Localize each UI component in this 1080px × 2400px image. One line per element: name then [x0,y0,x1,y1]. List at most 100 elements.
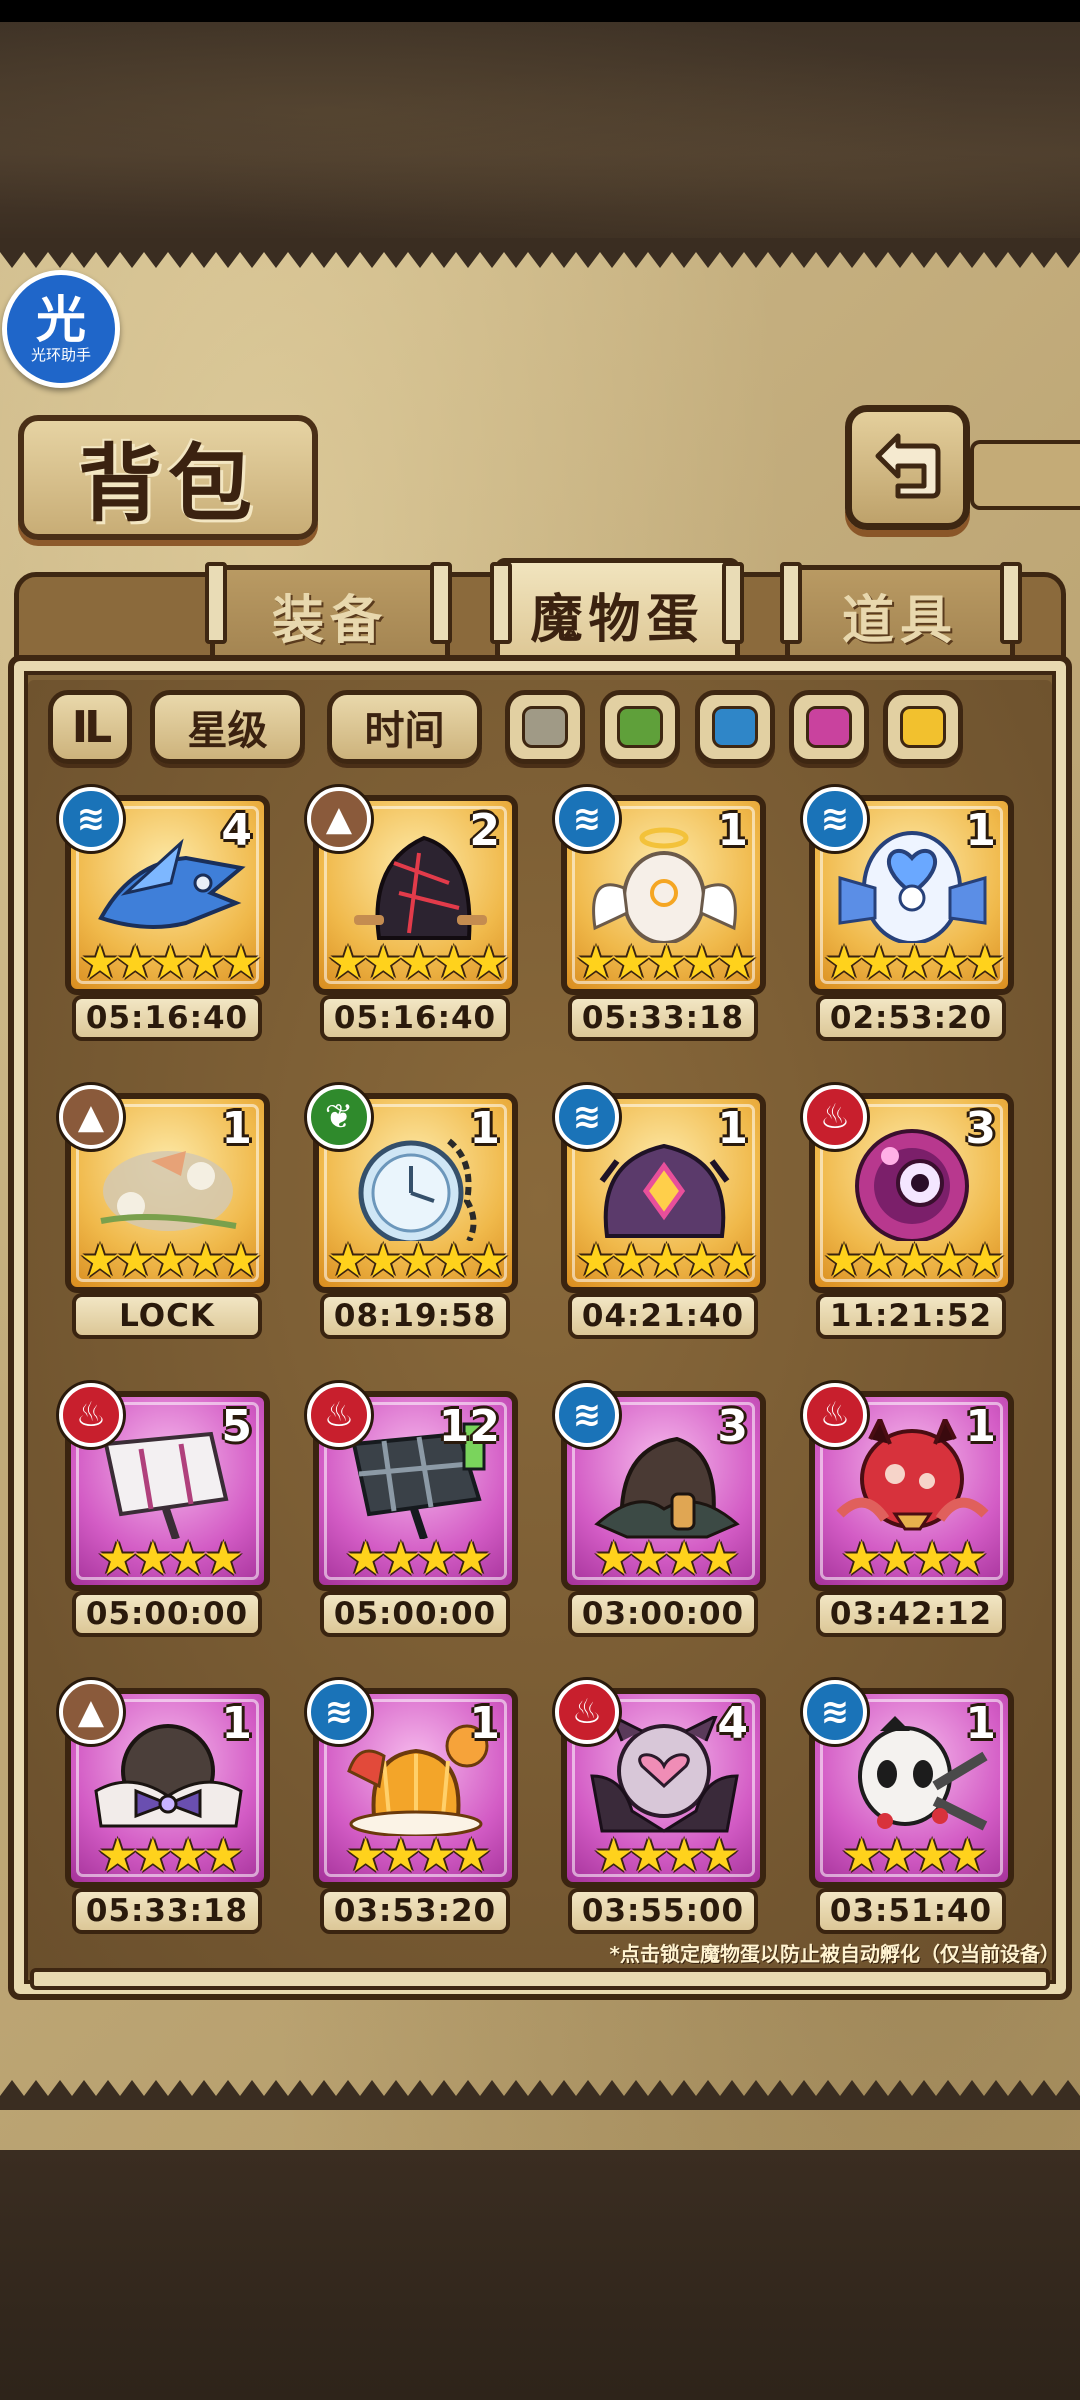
water-element-icon: ≋ [555,787,619,851]
color-chip [712,706,758,748]
timer-text: 11:21:52 [829,1298,993,1334]
egg-hatch-timer: 03:00:00 [568,1591,758,1637]
back-button[interactable] [845,405,970,530]
helper-badge-caption: 光环助手 [30,346,91,364]
tab-items-label: 道具 [841,590,958,651]
star-rating: ★★★★★ [327,935,509,989]
star-rating: ★★★★ [345,1828,492,1882]
tab-post [490,562,512,644]
filter-color-gray[interactable] [505,690,585,764]
tab-items[interactable]: 道具 [785,565,1015,665]
star-rating: ★★★★★ [575,1233,757,1287]
page-title: 背包 [77,435,258,533]
tab-post [722,562,744,644]
wood-element-icon: ❦ [307,1085,371,1149]
color-chip [806,706,852,748]
egg-hatch-timer: 04:21:40 [568,1293,758,1339]
timer-text: 05:16:40 [333,1000,497,1036]
fire-element-icon: ♨ [307,1383,371,1447]
egg-count: 1 [469,1698,500,1749]
fire-element-icon: ♨ [555,1680,619,1744]
status-bar [0,0,1080,22]
star-rating: ★★★★★ [823,935,1005,989]
egg-hatch-timer: 05:16:40 [72,995,262,1041]
timer-text: 02:53:20 [829,1000,993,1036]
sort-order-glyph: IL [71,701,112,753]
egg-count: 1 [469,1103,500,1154]
helper-badge-glyph: 光 [36,291,86,349]
tab-monster-eggs[interactable]: 魔物蛋 [495,558,740,670]
bottom-sawtooth-border [0,2080,1080,2110]
egg-count: 2 [469,805,500,856]
filter-color-pink[interactable] [789,690,869,764]
bottom-map-strip [0,2150,1080,2400]
tab-post [430,562,452,644]
return-arrow-icon [875,433,940,498]
filter-color-blue[interactable] [695,690,775,764]
egg-hatch-timer: 05:00:00 [72,1591,262,1637]
egg-count: 4 [221,805,252,856]
sort-by-stars-button[interactable]: 星级 [150,690,305,764]
star-rating: ★★★★ [97,1828,244,1882]
egg-count: 1 [965,1401,996,1452]
star-rating: ★★★★★ [327,1233,509,1287]
sort-order-toggle[interactable]: IL [48,690,132,764]
star-rating: ★★★★★ [823,1233,1005,1287]
egg-count: 1 [221,1698,252,1749]
sort-by-stars-label: 星级 [187,708,268,754]
egg-hatch-timer: 05:33:18 [568,995,758,1041]
star-rating: ★★★★ [345,1531,492,1585]
water-element-icon: ≋ [59,787,123,851]
water-element-icon: ≋ [307,1680,371,1744]
filter-color-green[interactable] [600,690,680,764]
top-sawtooth-border [0,238,1080,268]
tab-equipment[interactable]: 装备 [210,565,450,665]
egg-count: 5 [221,1401,252,1452]
color-chip [900,706,946,748]
filter-color-yellow[interactable] [883,690,963,764]
star-rating: ★★★★ [593,1828,740,1882]
egg-hatch-timer: 03:53:20 [320,1888,510,1934]
star-rating: ★★★★ [593,1531,740,1585]
star-rating: ★★★★★ [575,935,757,989]
color-chip [522,706,568,748]
egg-count: 3 [717,1401,748,1452]
timer-text: LOCK [119,1298,215,1334]
egg-hatch-timer: 03:51:40 [816,1888,1006,1934]
sort-by-time-button[interactable]: 时间 [327,690,482,764]
water-element-icon: ≋ [803,787,867,851]
color-chip [617,706,663,748]
egg-hatch-timer: 05:33:18 [72,1888,262,1934]
egg-hatch-timer: 03:55:00 [568,1888,758,1934]
timer-text: 05:33:18 [85,1893,249,1929]
egg-hatch-timer: 08:19:58 [320,1293,510,1339]
water-element-icon: ≋ [555,1085,619,1149]
fire-element-icon: ♨ [59,1383,123,1447]
egg-hatch-timer: 11:21:52 [816,1293,1006,1339]
tab-post [205,562,227,644]
egg-hatch-timer: 03:42:12 [816,1591,1006,1637]
tab-equipment-label: 装备 [271,590,388,651]
egg-lock-label[interactable]: LOCK [72,1293,262,1339]
star-rating: ★★★★ [97,1531,244,1585]
timer-text: 05:33:18 [581,1000,745,1036]
timer-text: 03:55:00 [581,1893,745,1929]
egg-count: 4 [717,1698,748,1749]
sort-by-time-label: 时间 [364,708,445,754]
egg-hatch-timer: 05:00:00 [320,1591,510,1637]
timer-text: 05:00:00 [333,1596,497,1632]
egg-hatch-timer: 05:16:40 [320,995,510,1041]
star-rating: ★★★★ [841,1828,988,1882]
star-rating: ★★★★ [841,1531,988,1585]
helper-assistant-badge[interactable]: 光 光环助手 [2,270,120,388]
egg-count: 1 [717,1103,748,1154]
egg-count: 12 [438,1401,500,1452]
egg-count: 1 [965,805,996,856]
tab-post [1000,562,1022,644]
timer-text: 04:21:40 [581,1298,745,1334]
timer-text: 03:42:12 [829,1596,993,1632]
timer-text: 05:00:00 [85,1596,249,1632]
water-element-icon: ≋ [803,1680,867,1744]
egg-count: 1 [965,1698,996,1749]
tab-post [780,562,802,644]
